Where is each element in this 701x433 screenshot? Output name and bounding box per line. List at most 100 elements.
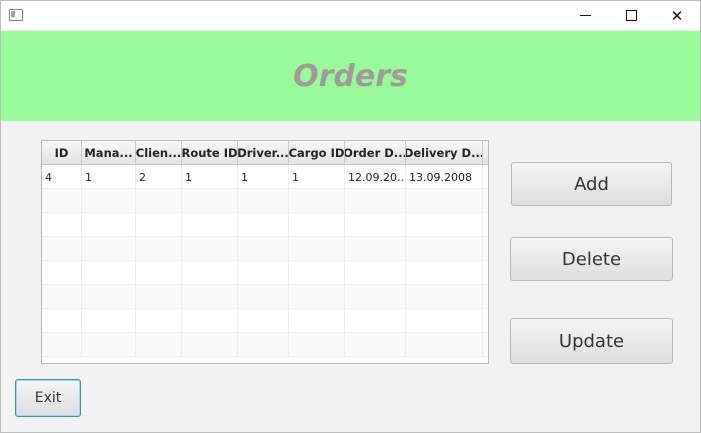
empty-cell xyxy=(238,333,289,357)
table-row[interactable]: 4 1 2 1 1 1 12.09.20... 13.09.2008 xyxy=(42,165,488,189)
orders-window: ✕ Orders ID Mana... Clien... Route ID Dr… xyxy=(0,0,701,433)
empty-cell xyxy=(82,285,136,309)
column-header-filler xyxy=(483,141,488,164)
table-cell: 13.09.2008 xyxy=(406,165,483,189)
empty-cell xyxy=(182,237,238,261)
empty-cell xyxy=(483,309,488,333)
empty-cell xyxy=(345,213,406,237)
empty-cell xyxy=(406,309,483,333)
table-cell: 12.09.20... xyxy=(345,165,406,189)
maximize-button[interactable] xyxy=(608,1,654,30)
empty-cell xyxy=(182,261,238,285)
delete-button[interactable]: Delete xyxy=(510,237,673,281)
empty-table-row xyxy=(42,309,488,333)
empty-cell xyxy=(238,237,289,261)
maximize-icon xyxy=(625,10,637,21)
empty-cell xyxy=(483,333,488,357)
empty-cell xyxy=(289,285,345,309)
table-cell: 1 xyxy=(82,165,136,189)
empty-cell xyxy=(483,189,488,213)
empty-cell xyxy=(345,285,406,309)
empty-cell xyxy=(42,189,82,213)
empty-cell xyxy=(289,309,345,333)
empty-cell xyxy=(289,189,345,213)
column-header-client[interactable]: Clien... xyxy=(136,141,182,164)
table-body: 4 1 2 1 1 1 12.09.20... 13.09.2008 xyxy=(42,165,488,357)
empty-cell xyxy=(182,213,238,237)
empty-cell xyxy=(289,261,345,285)
empty-cell xyxy=(82,189,136,213)
empty-cell xyxy=(238,285,289,309)
empty-cell xyxy=(483,261,488,285)
empty-cell xyxy=(136,237,182,261)
empty-cell xyxy=(406,261,483,285)
table-cell: 4 xyxy=(42,165,82,189)
table-cell: 1 xyxy=(289,165,345,189)
empty-cell xyxy=(345,333,406,357)
empty-table-row xyxy=(42,261,488,285)
empty-cell xyxy=(289,333,345,357)
empty-cell xyxy=(406,213,483,237)
empty-cell xyxy=(136,333,182,357)
empty-cell xyxy=(345,237,406,261)
column-header-route-id[interactable]: Route ID xyxy=(182,141,238,164)
empty-cell xyxy=(406,333,483,357)
empty-cell xyxy=(136,309,182,333)
minimize-icon xyxy=(579,15,591,16)
close-button[interactable]: ✕ xyxy=(654,1,700,30)
column-header-id[interactable]: ID xyxy=(42,141,82,164)
empty-table-row xyxy=(42,213,488,237)
empty-cell xyxy=(289,213,345,237)
update-button[interactable]: Update xyxy=(510,318,673,364)
header-band: Orders xyxy=(1,31,700,121)
empty-cell xyxy=(238,309,289,333)
empty-table-row xyxy=(42,285,488,309)
column-header-order-date[interactable]: Order D... xyxy=(345,141,406,164)
empty-cell xyxy=(42,285,82,309)
empty-cell xyxy=(406,237,483,261)
minimize-button[interactable] xyxy=(562,1,608,30)
table-cell: 2 xyxy=(136,165,182,189)
empty-cell xyxy=(345,261,406,285)
empty-cell xyxy=(82,237,136,261)
empty-cell xyxy=(289,237,345,261)
empty-cell xyxy=(82,309,136,333)
empty-cell xyxy=(238,213,289,237)
column-header-cargo-id[interactable]: Cargo ID xyxy=(289,141,345,164)
empty-cell xyxy=(42,237,82,261)
empty-cell xyxy=(483,285,488,309)
table-cell: 1 xyxy=(238,165,289,189)
orders-table[interactable]: ID Mana... Clien... Route ID Driver... C… xyxy=(41,140,489,364)
empty-table-row xyxy=(42,333,488,357)
empty-cell xyxy=(42,333,82,357)
empty-cell xyxy=(345,309,406,333)
title-bar: ✕ xyxy=(1,1,700,30)
empty-cell xyxy=(136,213,182,237)
column-header-manager[interactable]: Mana... xyxy=(82,141,136,164)
empty-cell xyxy=(483,237,488,261)
empty-table-row xyxy=(42,237,488,261)
close-icon: ✕ xyxy=(670,6,684,25)
empty-cell xyxy=(42,309,82,333)
table-cell: 1 xyxy=(182,165,238,189)
empty-cell xyxy=(42,261,82,285)
empty-cell xyxy=(406,189,483,213)
column-header-driver[interactable]: Driver... xyxy=(238,141,289,164)
add-button[interactable]: Add xyxy=(511,162,672,206)
empty-cell xyxy=(136,261,182,285)
exit-button[interactable]: Exit xyxy=(15,379,81,417)
empty-cell xyxy=(238,189,289,213)
empty-table-row xyxy=(42,189,488,213)
empty-cell xyxy=(182,309,238,333)
table-cell-filler xyxy=(483,165,488,189)
empty-cell xyxy=(483,213,488,237)
empty-cell xyxy=(238,261,289,285)
empty-cell xyxy=(82,213,136,237)
empty-cell xyxy=(345,189,406,213)
empty-cell xyxy=(42,213,82,237)
column-header-delivery-date[interactable]: Delivery D... xyxy=(406,141,483,164)
app-window-icon xyxy=(9,9,23,21)
empty-cell xyxy=(82,333,136,357)
empty-cell xyxy=(406,285,483,309)
empty-cell xyxy=(182,189,238,213)
